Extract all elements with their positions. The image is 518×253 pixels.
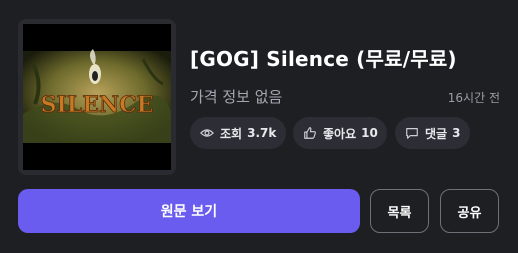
thumbnail-frame[interactable]: SILENCE [18, 19, 176, 175]
post-title[interactable]: [GOG] Silence (무료/무료) [190, 43, 510, 72]
deal-card: SILENCE [GOG] Silence (무료/무료) 가격 정보 없음 1… [0, 0, 518, 253]
comments-count: 3 [452, 126, 461, 140]
share-button[interactable]: 공유 [440, 189, 499, 233]
timestamp: 16시간 전 [447, 91, 500, 105]
likes-label: 좋아요 [323, 126, 357, 141]
thumbs-up-icon [303, 126, 317, 140]
likes-chip[interactable]: 좋아요 10 [293, 117, 387, 149]
view-original-button[interactable]: 원문 보기 [18, 189, 360, 233]
views-count: 3.7k [247, 126, 277, 140]
thumbnail-logo-text: SILENCE [41, 92, 154, 118]
comments-chip[interactable]: 댓글 3 [395, 117, 470, 149]
price-text: 가격 정보 없음 [190, 88, 283, 106]
likes-count: 10 [361, 126, 378, 140]
comments-label: 댓글 [425, 126, 448, 141]
comment-icon [405, 126, 419, 140]
views-chip: 조회 3.7k [190, 117, 286, 149]
eye-icon [200, 126, 214, 140]
game-thumbnail: SILENCE [23, 24, 171, 170]
views-label: 조회 [220, 126, 243, 141]
list-button[interactable]: 목록 [370, 189, 429, 233]
